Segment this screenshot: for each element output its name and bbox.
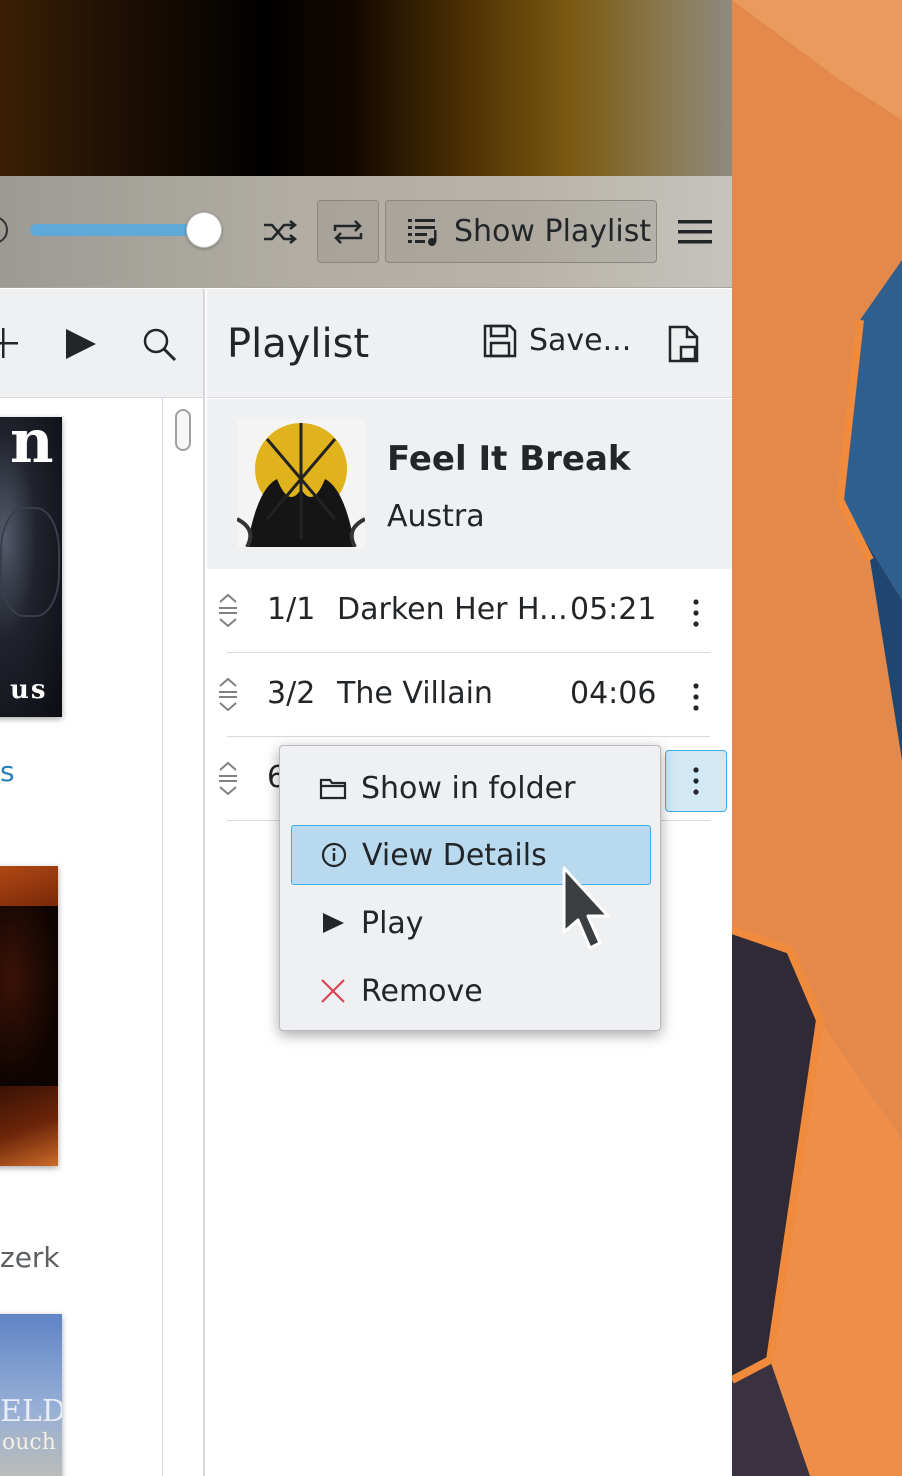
album-cover[interactable]: n us [0,417,62,717]
play-icon [323,913,344,933]
playlist-track-row[interactable]: 3/2 The Villain 04:06 [207,653,732,737]
library-scrollbar[interactable] [175,409,191,451]
play-all-icon[interactable] [64,327,98,361]
shuffle-icon [264,220,298,244]
now-playing-artist: Austra [387,499,485,534]
hamburger-icon [678,220,712,244]
album-cover-title: ELD [0,1394,62,1429]
library-toolbar [0,289,203,398]
now-playing-header: Feel It Break Austra [207,399,732,569]
add-icon[interactable] [0,327,20,359]
playlist-track-row[interactable]: 1/1 Darken Her H... 05:21 [207,569,732,653]
album-cover-subtitle: us [10,675,48,705]
kebab-menu-icon [693,683,699,711]
repeat-button[interactable] [317,200,379,263]
album-cover-title: n [10,417,54,477]
menu-item-label: Play [361,905,424,941]
search-icon[interactable] [142,327,178,363]
menu-item-remove[interactable]: Remove [291,961,651,1021]
save-playlist-button[interactable]: Save... [483,323,631,358]
track-menu-button[interactable] [665,582,727,644]
track-title: Darken Her H... [337,592,568,627]
playlist-title: Playlist [227,321,370,367]
now-playing-cover [237,419,365,547]
album-cover-art [0,507,60,617]
album-cover[interactable]: ELD ouch [0,1314,62,1476]
info-icon [321,842,347,868]
volume-slider[interactable] [30,224,206,236]
playlist-icon [408,218,437,246]
show-playlist-label: Show Playlist [454,214,652,249]
menu-item-show-in-folder[interactable]: Show in folder [291,758,651,818]
kebab-menu-icon [693,599,699,627]
drag-handle-icon[interactable] [217,761,239,795]
track-number: 1/1 [267,592,316,627]
album-cover-subtitle: ouch [2,1430,56,1455]
album-link-partial[interactable]: s [0,755,15,788]
kebab-menu-icon [693,767,699,795]
drag-handle-icon[interactable] [217,593,239,627]
track-duration: 04:06 [570,676,657,711]
volume-slider-handle[interactable] [186,212,222,248]
track-duration: 05:21 [570,592,657,627]
track-menu-button[interactable] [665,750,727,812]
mouse-pointer-icon [562,866,610,950]
album-cover-art [0,906,58,1086]
track-number: 3/2 [267,676,316,711]
track-title: The Villain [337,676,493,711]
remove-icon [321,979,345,1003]
shuffle-button[interactable] [256,208,304,256]
drag-handle-icon[interactable] [217,677,239,711]
app-window: Show Playlist n us s zerk ELD ouch Playl… [0,0,732,1476]
menu-item-label: Show in folder [361,770,576,806]
load-playlist-icon[interactable] [667,325,701,363]
album-cover[interactable] [0,866,58,1166]
menu-item-label: View Details [362,837,547,873]
mute-icon[interactable] [0,216,8,244]
library-pane: n us s zerk ELD ouch [0,289,205,1476]
hamburger-menu-button[interactable] [672,208,718,256]
repeat-icon [333,219,363,244]
track-menu-button[interactable] [665,666,727,728]
folder-icon [319,778,347,800]
album-artist-caption: zerk [0,1241,60,1274]
playlist-header: Playlist Save... [207,289,732,398]
header-album-art-background [0,0,732,176]
library-scrollbar-track [162,398,163,1476]
show-playlist-button[interactable]: Show Playlist [385,200,657,263]
save-icon [483,324,517,357]
menu-item-label: Remove [361,973,483,1009]
save-playlist-label: Save... [529,323,632,358]
now-playing-title: Feel It Break [387,439,631,479]
